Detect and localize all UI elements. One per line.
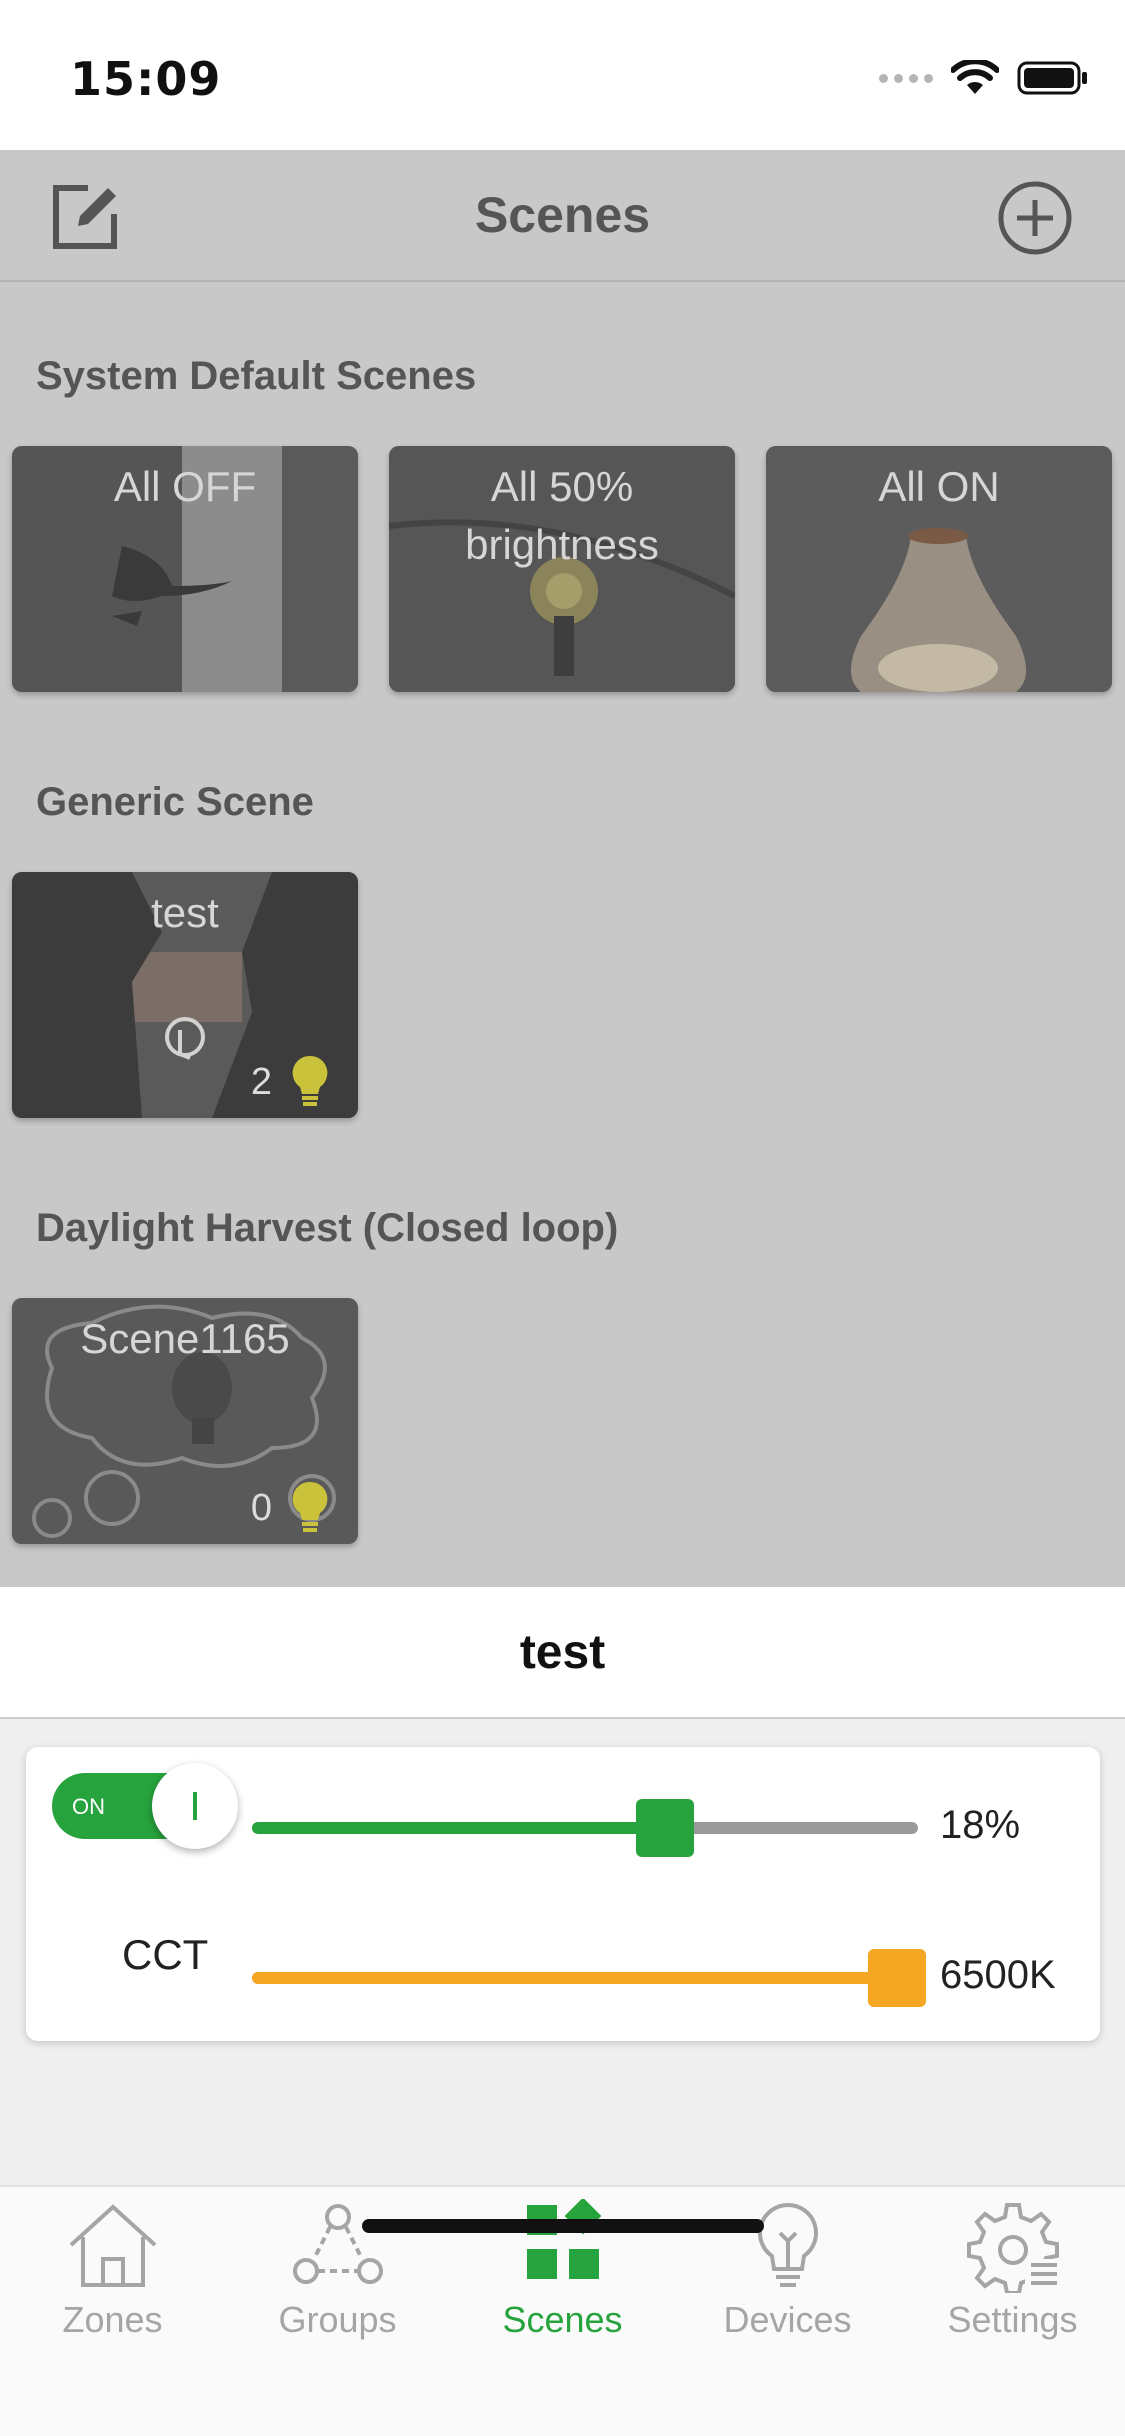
bulb-icon <box>292 1055 328 1106</box>
plus-circle-icon[interactable] <box>997 180 1073 256</box>
cct-label: CCT <box>122 1931 209 1978</box>
cct-slider[interactable] <box>252 1949 926 2007</box>
brightness-slider-fill <box>252 1822 665 1834</box>
tab-label: Scenes <box>502 2299 623 2340</box>
power-toggle[interactable]: ON <box>52 1763 238 1849</box>
light-count: 0 <box>250 1487 272 1529</box>
section-title-system: System Default Scenes <box>36 354 477 398</box>
battery-icon <box>1017 61 1087 95</box>
tab-label: Groups <box>278 2299 397 2340</box>
page-title: Scenes <box>474 187 651 243</box>
section-title-daylight: Daylight Harvest (Closed loop) <box>36 1206 619 1250</box>
tab-label: Devices <box>723 2299 852 2340</box>
scene-card-label: test <box>151 889 219 936</box>
scene-card-label: Scene1165 <box>80 1315 290 1362</box>
status-icons <box>879 60 1089 96</box>
tab-settings[interactable]: Settings <box>900 2199 1125 2341</box>
nav-bar: Scenes <box>0 150 1125 282</box>
home-icon <box>69 2204 156 2287</box>
control-card: ON 18% CCT 6500K <box>26 1747 1100 2041</box>
scene-list: Scenes System Default Scenes All OFF All… <box>0 150 1125 1587</box>
signal-icon <box>879 73 933 83</box>
scene-controls: ON 18% CCT 6500K <box>0 1719 1125 2185</box>
scene-card-test[interactable]: test 2 <box>12 872 358 1118</box>
sheet-header: test <box>0 1587 1125 1719</box>
tab-zones[interactable]: Zones <box>0 2199 225 2341</box>
home-indicator <box>362 2219 764 2233</box>
scene-card-label: All 50% brightness <box>465 463 659 568</box>
brightness-slider-thumb[interactable] <box>635 1799 694 1857</box>
section-title-generic: Generic Scene <box>36 780 314 824</box>
cct-slider-fill <box>252 1972 918 1984</box>
scene-card-label: All ON <box>878 463 1000 510</box>
light-count: 2 <box>250 1061 272 1103</box>
cct-value: 6500K <box>940 1953 1056 1997</box>
scene-card-label: All OFF <box>113 463 257 510</box>
bulb-icon <box>292 1481 328 1532</box>
toggle-knob[interactable] <box>152 1763 238 1849</box>
gear-icon <box>966 2203 1061 2293</box>
scene-card-scene1165[interactable]: Scene1165 0 <box>12 1298 358 1544</box>
bulb-icon <box>757 2202 818 2287</box>
scene-card-all-on[interactable]: All ON <box>766 446 1112 692</box>
scene-card-all-50[interactable]: All 50% brightness <box>389 446 735 692</box>
tab-label: Settings <box>947 2299 1078 2340</box>
brightness-value: 18% <box>940 1803 1021 1847</box>
toggle-label: ON <box>72 1794 105 1819</box>
groups-icon <box>292 2204 383 2284</box>
wifi-icon <box>951 60 999 94</box>
scene-card-all-off[interactable]: All OFF <box>12 446 358 692</box>
cct-slider-thumb[interactable] <box>868 1949 926 2007</box>
tab-label: Zones <box>62 2299 163 2340</box>
status-bar: 15:09 <box>0 0 1125 150</box>
brightness-slider[interactable] <box>252 1799 918 1857</box>
sheet-title: test <box>519 1626 606 1679</box>
scenes-icon <box>526 2199 601 2279</box>
status-time: 15:09 <box>70 52 222 106</box>
